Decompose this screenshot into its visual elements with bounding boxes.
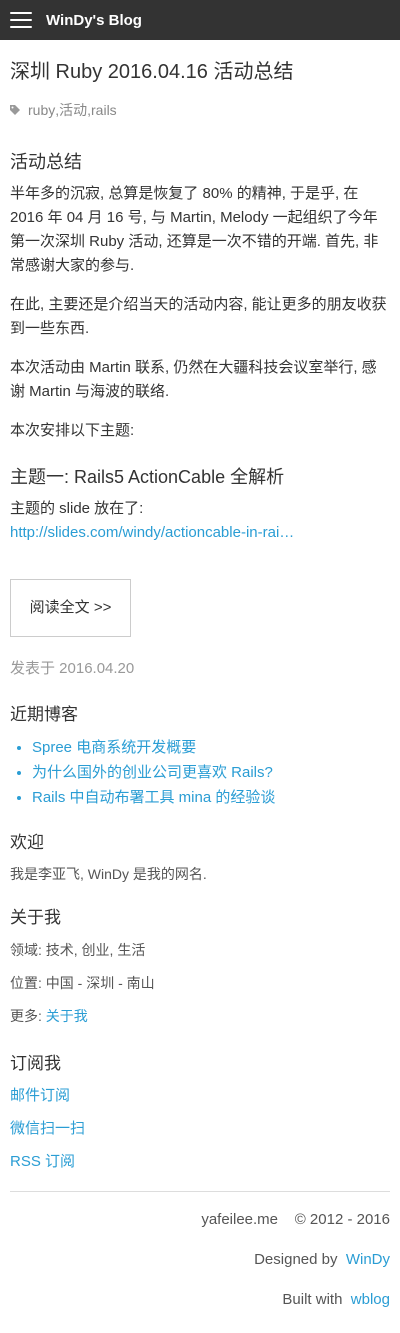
section-heading-topic1: 主题一: Rails5 ActionCable 全解析 [10,467,285,487]
post-title[interactable]: 深圳 Ruby 2016.04.16 活动总结 [10,60,390,84]
paragraph-purpose: 在此, 主要还是介绍当天的活动内容, 能让更多的朋友收获到一些东西. [10,296,387,337]
recent-post-item: Spree 电商系统开发概要 [32,735,390,760]
recent-posts-list: Spree 电商系统开发概要 为什么国外的创业公司更喜欢 Rails? Rail… [10,735,390,810]
post-date: 发表于 2016.04.20 [10,660,135,677]
wechat-subscribe-link[interactable]: 微信扫一扫 [10,1118,390,1140]
tag-link-rails[interactable]: rails [91,102,117,118]
about-more-label: 更多: [10,1008,46,1024]
about-location: 位置: 中国 - 深圳 - 南山 [10,975,155,991]
designer-link[interactable]: WinDy [346,1251,390,1268]
main-content: 深圳 Ruby 2016.04.16 活动总结 ruby, 活动, rails … [0,60,400,1312]
email-subscribe-link[interactable]: 邮件订阅 [10,1085,390,1107]
paragraph-topics-intro: 本次安排以下主题: [10,422,135,439]
footer-domain: yafeilee.me [201,1211,279,1228]
paragraph-venue: 本次活动由 Martin 联系, 仍然在大疆科技会议室举行, 感谢 Martin… [10,359,377,400]
recent-post-item: 为什么国外的创业公司更喜欢 Rails? [32,760,390,785]
footer-divider [10,1191,390,1192]
recent-posts-title: 近期博客 [10,705,78,724]
site-brand-link[interactable]: WinDy's Blog [46,12,142,29]
footer-copyright-line: yafeilee.me © 2012 - 2016 [10,1208,390,1232]
recent-post-link[interactable]: Spree 电商系统开发概要 [32,739,196,756]
wblog-link[interactable]: wblog [351,1291,390,1308]
hamburger-menu-icon[interactable] [10,12,32,28]
welcome-text: 我是李亚飞, WinDy 是我的网名. [10,866,207,882]
rss-subscribe-link[interactable]: RSS 订阅 [10,1151,390,1173]
about-domain: 领域: 技术, 创业, 生活 [10,942,146,958]
about-title: 关于我 [10,908,61,927]
footer-built-line: Built with wblog [10,1288,390,1312]
recent-post-link[interactable]: Rails 中自动布署工具 mina 的经验谈 [32,789,275,806]
footer-designed-line: Designed by WinDy [10,1248,390,1272]
post-tags: ruby, 活动, rails [10,100,390,120]
built-with-label: Built with [282,1291,343,1308]
footer: yafeilee.me © 2012 - 2016 Designed by Wi… [10,1208,390,1312]
tag-icon [10,105,20,115]
designed-by-label: Designed by [254,1251,338,1268]
recent-post-link[interactable]: 为什么国外的创业公司更喜欢 Rails? [32,764,273,781]
slide-link[interactable]: http://slides.com/windy/actioncable-in-r… [10,521,295,545]
subscribe-title: 订阅我 [10,1054,61,1073]
tag-link-ruby[interactable]: ruby [28,102,55,118]
about-me-link[interactable]: 关于我 [46,1008,88,1024]
about-more: 更多: 关于我 [10,1005,390,1027]
paragraph-intro: 半年多的沉寂, 总算是恢复了 80% 的精神, 于是乎, 在 2016 年 04… [10,185,379,274]
section-heading-summary: 活动总结 [10,152,82,172]
slide-label: 主题的 slide 放在了: [10,500,144,517]
recent-post-item: Rails 中自动布署工具 mina 的经验谈 [32,785,390,810]
welcome-title: 欢迎 [10,833,44,852]
tag-link-activity[interactable]: 活动 [59,100,87,120]
read-more-button[interactable]: 阅读全文 >> [10,579,131,637]
top-navbar: WinDy's Blog [0,0,400,40]
footer-copyright: © 2012 - 2016 [294,1211,390,1228]
